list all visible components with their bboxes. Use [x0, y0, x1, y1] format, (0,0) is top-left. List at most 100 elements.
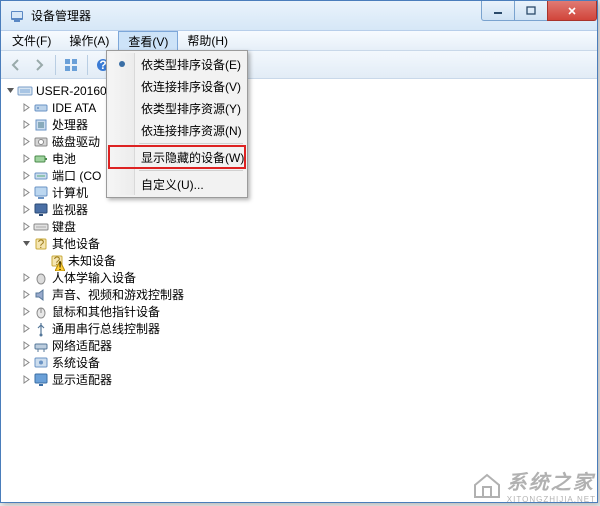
tree-node[interactable]: 处理器	[2, 116, 596, 133]
expand-icon[interactable]	[20, 340, 32, 352]
tree-node[interactable]: 鼠标和其他指针设备	[2, 303, 596, 320]
tree-node-label: 处理器	[52, 116, 88, 133]
menu-separator	[139, 143, 243, 144]
expand-icon[interactable]	[20, 187, 32, 199]
menu-customize[interactable]: 自定义(U)...	[109, 173, 245, 195]
window-controls	[482, 1, 597, 21]
expand-icon[interactable]	[20, 323, 32, 335]
tree-node[interactable]: 网络适配器	[2, 337, 596, 354]
menu-show-hidden-devices[interactable]: 显示隐藏的设备(W)	[109, 146, 245, 168]
menu-sort-by-type-devices[interactable]: 依类型排序设备(E)	[109, 53, 245, 75]
view-dropdown: 依类型排序设备(E) 依连接排序设备(V) 依类型排序资源(Y) 依连接排序资源…	[106, 50, 248, 198]
port-icon	[33, 168, 49, 184]
tree-node-label: 鼠标和其他指针设备	[52, 303, 160, 320]
tree-node-label: 磁盘驱动	[52, 133, 100, 150]
menu-view[interactable]: 查看(V)	[118, 31, 178, 50]
monitor-icon	[33, 202, 49, 218]
menu-file[interactable]: 文件(F)	[3, 31, 60, 50]
expand-icon[interactable]	[20, 204, 32, 216]
sound-icon	[33, 287, 49, 303]
tree-node[interactable]: USER-20160	[2, 82, 596, 99]
keyboard-icon	[33, 219, 49, 235]
network-icon	[33, 338, 49, 354]
unknown-icon: ?!	[49, 253, 65, 269]
tree-node-label: 通用串行总线控制器	[52, 320, 160, 337]
device-tree[interactable]: USER-20160 IDE ATA处理器磁盘驱动电池端口 (CO计算机监视器键盘…	[2, 80, 596, 390]
expand-icon[interactable]	[20, 119, 32, 131]
tree-node[interactable]: 键盘	[2, 218, 596, 235]
cpu-icon	[33, 117, 49, 133]
menubar: 文件(F) 操作(A) 查看(V) 帮助(H)	[1, 31, 597, 51]
tree-node[interactable]: ?!未知设备	[2, 252, 596, 269]
tree-node-label: 键盘	[52, 218, 76, 235]
tree-node[interactable]: 计算机	[2, 184, 596, 201]
display-icon	[33, 372, 49, 388]
expand-icon[interactable]	[20, 306, 32, 318]
menu-action[interactable]: 操作(A)	[60, 31, 118, 50]
menu-item-label: 依类型排序资源(Y)	[141, 100, 241, 117]
tree-node-label: 其他设备	[52, 235, 100, 252]
menu-item-label: 显示隐藏的设备(W)	[141, 149, 244, 166]
expand-icon[interactable]	[20, 374, 32, 386]
expand-icon[interactable]	[20, 170, 32, 182]
expand-icon[interactable]	[20, 102, 32, 114]
collapse-icon[interactable]	[20, 238, 32, 250]
toolbar: ?	[1, 51, 597, 79]
tree-node-label: 计算机	[52, 184, 88, 201]
app-icon	[9, 8, 25, 24]
svg-text:!: !	[58, 261, 61, 271]
expand-icon[interactable]	[20, 272, 32, 284]
disk-icon	[33, 134, 49, 150]
tree-node-label: 端口 (CO	[52, 167, 101, 184]
tree-node[interactable]: 端口 (CO	[2, 167, 596, 184]
ide-icon	[33, 100, 49, 116]
tree-node[interactable]: 显示适配器	[2, 371, 596, 388]
tree-node-label: 系统设备	[52, 354, 100, 371]
mouse-icon	[33, 304, 49, 320]
tree-node[interactable]: 声音、视频和游戏控制器	[2, 286, 596, 303]
root-icon	[17, 83, 33, 99]
tree-node[interactable]: 系统设备	[2, 354, 596, 371]
radio-checked-icon	[115, 57, 129, 71]
expand-icon[interactable]	[20, 357, 32, 369]
close-button[interactable]	[547, 1, 597, 21]
expand-icon[interactable]	[20, 289, 32, 301]
menu-sort-by-connection-devices[interactable]: 依连接排序设备(V)	[109, 75, 245, 97]
tree-node[interactable]: 通用串行总线控制器	[2, 320, 596, 337]
maximize-button[interactable]	[514, 1, 548, 21]
menu-separator	[139, 170, 243, 171]
menu-sort-by-connection-resources[interactable]: 依连接排序资源(N)	[109, 119, 245, 141]
menu-item-label: 自定义(U)...	[141, 176, 204, 193]
minimize-button[interactable]	[481, 1, 515, 21]
back-button[interactable]	[5, 54, 27, 76]
collapse-icon[interactable]	[4, 85, 16, 97]
usb-icon	[33, 321, 49, 337]
tree-node[interactable]: ?其他设备	[2, 235, 596, 252]
tree-node[interactable]: 监视器	[2, 201, 596, 218]
device-manager-window: 设备管理器 文件(F) 操作(A) 查看(V) 帮助(H)	[0, 0, 598, 503]
other-icon: ?	[33, 236, 49, 252]
forward-button[interactable]	[28, 54, 50, 76]
tree-node[interactable]: IDE ATA	[2, 99, 596, 116]
battery-icon	[33, 151, 49, 167]
expand-icon[interactable]	[20, 221, 32, 233]
tree-node[interactable]: 人体学输入设备	[2, 269, 596, 286]
tree-node-label: 声音、视频和游戏控制器	[52, 286, 184, 303]
show-all-button[interactable]	[60, 54, 82, 76]
tree-node-label: 未知设备	[68, 252, 116, 269]
tree-node-label: 人体学输入设备	[52, 269, 136, 286]
expand-icon[interactable]	[20, 153, 32, 165]
menu-item-label: 依连接排序资源(N)	[141, 122, 242, 139]
expand-icon[interactable]	[20, 136, 32, 148]
tree-node-label: 电池	[52, 150, 76, 167]
menu-help[interactable]: 帮助(H)	[178, 31, 237, 50]
tree-node[interactable]: 磁盘驱动	[2, 133, 596, 150]
menu-sort-by-type-resources[interactable]: 依类型排序资源(Y)	[109, 97, 245, 119]
titlebar: 设备管理器	[1, 1, 597, 31]
tree-node-label: IDE ATA	[52, 101, 96, 115]
tree-node-label: USER-20160	[36, 84, 107, 98]
computer-icon	[33, 185, 49, 201]
system-icon	[33, 355, 49, 371]
tree-node-label: 网络适配器	[52, 337, 112, 354]
tree-node[interactable]: 电池	[2, 150, 596, 167]
